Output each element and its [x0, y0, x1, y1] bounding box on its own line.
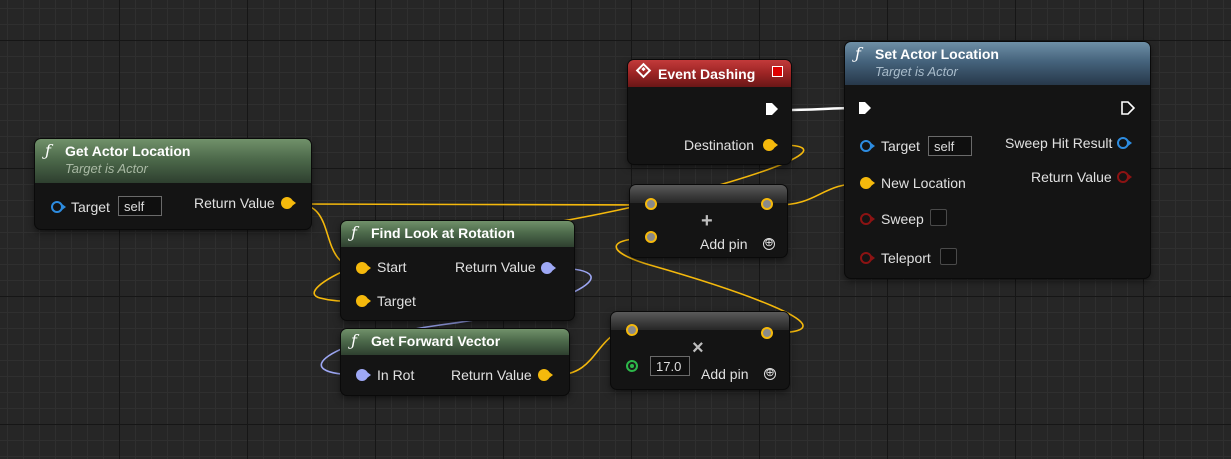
add-operator-icon: +	[701, 210, 713, 232]
target-pin[interactable]	[356, 295, 371, 307]
node-subtitle: Target is Actor	[875, 64, 958, 79]
target-pin[interactable]	[860, 140, 875, 152]
node-title: Get Forward Vector	[371, 333, 501, 349]
vector-wire	[296, 203, 652, 206]
float-value-field[interactable]: 17.0	[650, 356, 690, 376]
find-look-at-rotation-node[interactable]: ƒ Find Look at Rotation Start Return Val…	[341, 221, 574, 320]
node-title: Get Actor Location	[65, 143, 191, 159]
sweep-hit-result-pin[interactable]	[1117, 137, 1132, 149]
destination-pin[interactable]	[763, 139, 778, 151]
node-title: Event Dashing	[658, 66, 756, 82]
multiply-operator-icon: ×	[692, 337, 704, 359]
target-field[interactable]: self	[928, 136, 972, 156]
return-value-label: Return Value	[1031, 169, 1112, 185]
a-pin[interactable]	[626, 324, 638, 336]
return-value-pin[interactable]	[1117, 171, 1132, 183]
destination-label: Destination	[684, 137, 755, 153]
target-field[interactable]: self	[118, 196, 162, 216]
node-title: Set Actor Location	[875, 46, 999, 62]
start-pin[interactable]	[356, 262, 371, 274]
float-pin[interactable]	[626, 360, 638, 372]
exec-in-pin[interactable]	[858, 101, 872, 115]
function-icon: ƒ	[351, 223, 357, 242]
return-value-pin[interactable]	[761, 327, 773, 339]
add-node[interactable]: + Add pin ⊕	[630, 185, 787, 257]
a-pin[interactable]	[645, 198, 657, 210]
sweep-pin[interactable]	[860, 213, 875, 225]
exec-out-pin[interactable]	[1121, 101, 1135, 115]
sweep-hit-result-label: Sweep Hit Result	[1005, 135, 1113, 151]
event-dashing-node[interactable]: Event Dashing Destination	[628, 60, 791, 164]
add-pin-icon[interactable]: ⊕	[764, 368, 776, 380]
new-location-pin[interactable]	[860, 177, 875, 189]
get-forward-vector-node[interactable]: ƒ Get Forward Vector In Rot Return Value	[341, 329, 569, 395]
teleport-pin[interactable]	[860, 252, 875, 264]
target-label: Target	[377, 293, 416, 309]
exec-out-pin[interactable]	[765, 102, 779, 116]
function-icon: ƒ	[855, 44, 861, 63]
return-value-pin[interactable]	[761, 198, 773, 210]
teleport-checkbox[interactable]	[940, 248, 957, 265]
node-subtitle: Target is Actor	[65, 161, 148, 176]
add-pin-icon[interactable]: ⊕	[763, 238, 775, 250]
target-label: Target	[71, 199, 110, 215]
function-icon: ƒ	[351, 331, 357, 350]
sweep-label: Sweep	[881, 211, 924, 227]
target-pin[interactable]	[51, 201, 66, 213]
sweep-checkbox[interactable]	[930, 209, 947, 226]
in-rot-pin[interactable]	[356, 369, 371, 381]
delegate-pin-icon[interactable]	[772, 66, 783, 77]
multiply-node[interactable]: × 17.0 Add pin ⊕	[611, 312, 789, 389]
event-icon	[635, 62, 652, 79]
add-pin-label[interactable]: Add pin	[701, 366, 748, 382]
get-actor-location-node[interactable]: ƒ Get Actor Location Target is Actor Tar…	[35, 139, 311, 229]
function-icon: ƒ	[45, 141, 51, 160]
b-pin[interactable]	[645, 231, 657, 243]
return-value-pin[interactable]	[538, 369, 553, 381]
add-pin-label[interactable]: Add pin	[700, 236, 747, 252]
return-value-label: Return Value	[194, 195, 275, 211]
return-value-pin[interactable]	[281, 197, 296, 209]
in-rot-label: In Rot	[377, 367, 415, 383]
teleport-label: Teleport	[881, 250, 931, 266]
set-actor-location-node[interactable]: ƒ Set Actor Location Target is Actor Tar…	[845, 42, 1150, 278]
return-value-label: Return Value	[455, 259, 536, 275]
node-title: Find Look at Rotation	[371, 225, 515, 241]
start-label: Start	[377, 259, 407, 275]
return-value-pin[interactable]	[541, 262, 556, 274]
new-location-label: New Location	[881, 175, 966, 191]
target-label: Target	[881, 138, 920, 154]
return-value-label: Return Value	[451, 367, 532, 383]
